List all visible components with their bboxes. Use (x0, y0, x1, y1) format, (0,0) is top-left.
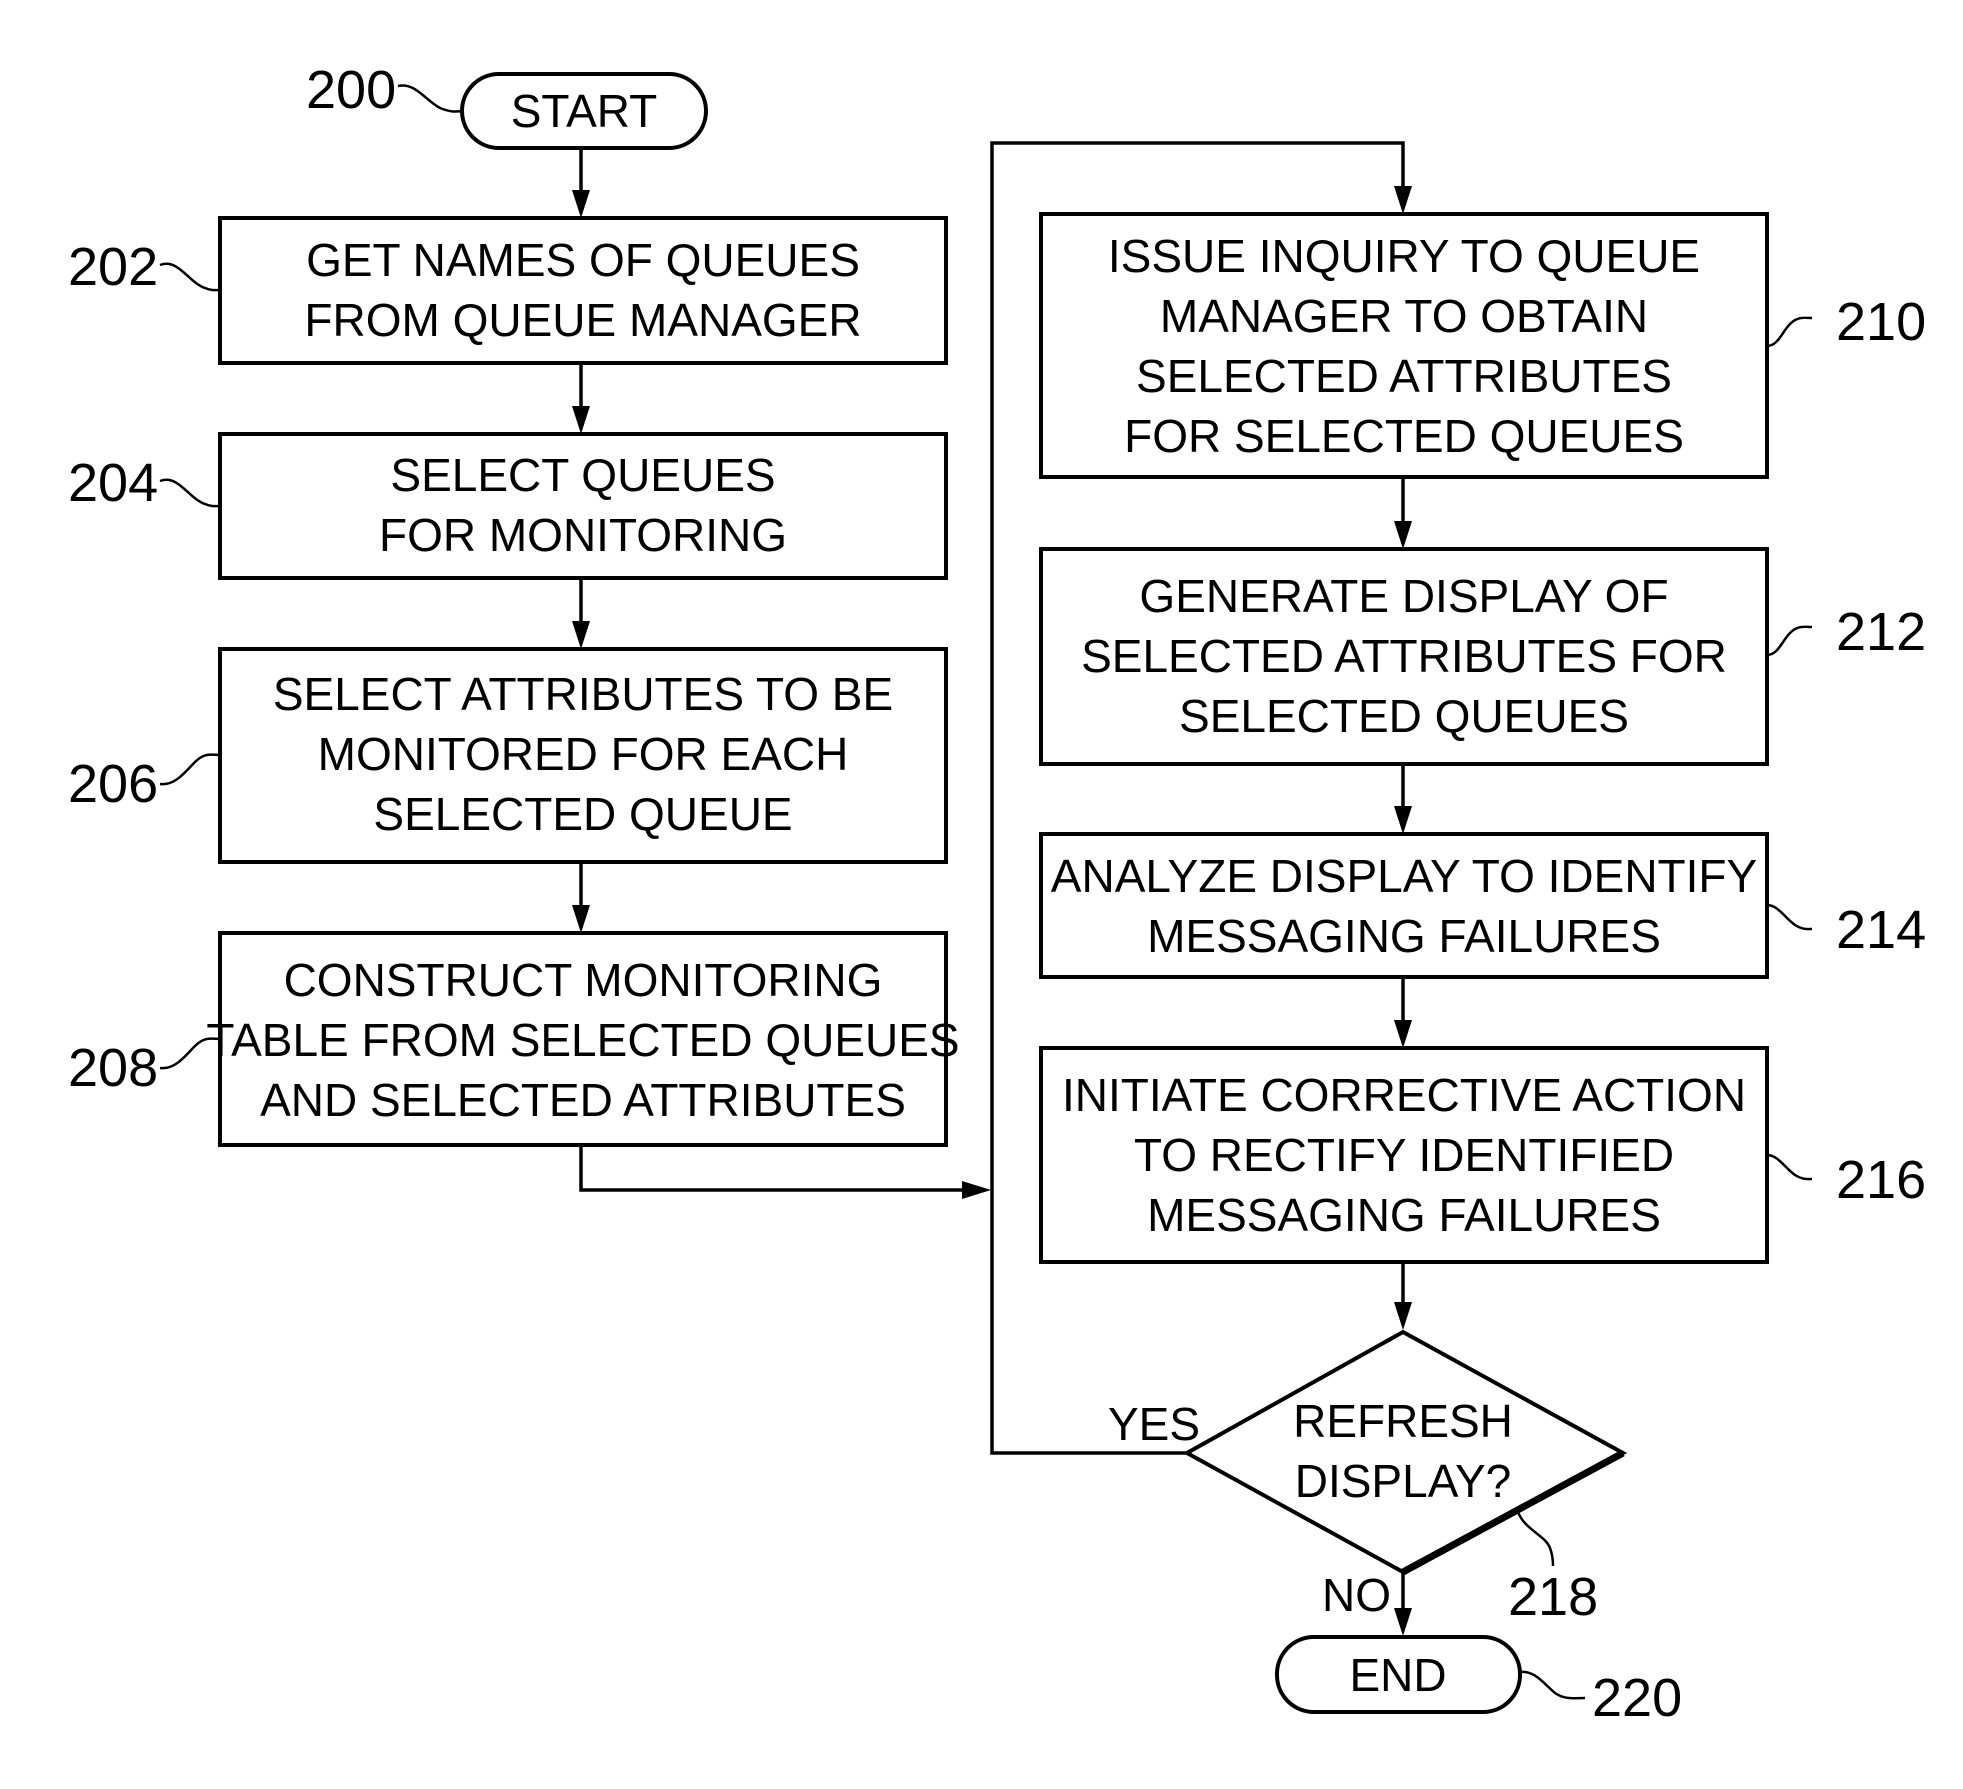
step-210-line-4: FOR SELECTED QUEUES (1124, 410, 1684, 462)
ref-210: 210 (1836, 292, 1926, 352)
step-212: GENERATE DISPLAY OF SELECTED ATTRIBUTES … (1039, 547, 1769, 766)
ref-leader-218 (1516, 1511, 1555, 1567)
step-206-line-2: MONITORED FOR EACH (318, 728, 849, 780)
ref-204: 204 (68, 453, 158, 513)
step-210-line-1: ISSUE INQUIRY TO QUEUE (1108, 230, 1700, 282)
arrow-204-to-206 (572, 578, 590, 649)
arrow-206-to-208 (572, 862, 590, 933)
ref-214: 214 (1836, 900, 1926, 960)
ref-leader-202 (159, 262, 221, 292)
step-204-line-1: SELECT QUEUES (390, 449, 775, 501)
start-terminal: START (460, 72, 708, 150)
step-216-line-1: INITIATE CORRECTIVE ACTION (1062, 1069, 1746, 1121)
step-204: SELECT QUEUES FOR MONITORING (218, 432, 948, 580)
step-206-line-3: SELECTED QUEUE (373, 788, 792, 840)
ref-206: 206 (68, 754, 158, 814)
step-216-line-3: MESSAGING FAILURES (1147, 1189, 1661, 1241)
ref-leader-206 (159, 753, 221, 786)
start-label: START (511, 85, 658, 137)
step-210: ISSUE INQUIRY TO QUEUE MANAGER TO OBTAIN… (1039, 212, 1769, 479)
ref-leader-204 (159, 478, 221, 508)
step-216-line-2: TO RECTIFY IDENTIFIED (1134, 1129, 1674, 1181)
step-208-line-3: AND SELECTED ATTRIBUTES (260, 1074, 906, 1126)
ref-220: 220 (1592, 1668, 1682, 1728)
step-212-line-2: SELECTED ATTRIBUTES FOR (1081, 630, 1727, 682)
step-212-line-1: GENERATE DISPLAY OF (1139, 570, 1668, 622)
decision-line-2: DISPLAY? (1295, 1455, 1511, 1507)
ref-leader-220 (1519, 1670, 1586, 1700)
step-214-line-2: MESSAGING FAILURES (1147, 910, 1661, 962)
ref-leader-210 (1766, 316, 1813, 348)
ref-200: 200 (306, 60, 396, 120)
step-216: INITIATE CORRECTIVE ACTION TO RECTIFY ID… (1039, 1046, 1769, 1264)
ref-218: 218 (1508, 1567, 1598, 1627)
step-210-line-2: MANAGER TO OBTAIN (1160, 290, 1648, 342)
ref-202: 202 (68, 237, 158, 297)
step-206-line-1: SELECT ATTRIBUTES TO BE (273, 668, 893, 720)
ref-leader-214 (1766, 903, 1813, 931)
step-208-line-2: TABLE FROM SELECTED QUEUES (206, 1014, 959, 1066)
ref-216: 216 (1836, 1150, 1926, 1210)
ref-leader-200 (397, 84, 463, 113)
yes-label: YES (1108, 1398, 1200, 1450)
decision-line-1: REFRESH (1293, 1395, 1513, 1447)
step-210-line-3: SELECTED ATTRIBUTES (1136, 350, 1672, 402)
arrow-208-to-loop (579, 1145, 991, 1199)
ref-208: 208 (68, 1038, 158, 1098)
ref-leader-212 (1766, 625, 1813, 657)
end-terminal: END (1275, 1635, 1522, 1714)
arrow-214-to-216 (1394, 977, 1412, 1048)
step-204-line-2: FOR MONITORING (379, 509, 787, 561)
ref-212: 212 (1836, 602, 1926, 662)
step-214: ANALYZE DISPLAY TO IDENTIFY MESSAGING FA… (1039, 832, 1769, 979)
step-214-line-1: ANALYZE DISPLAY TO IDENTIFY (1051, 850, 1757, 902)
flowchart: START 200 GET NAMES OF QUEUES FROM QUEUE… (68, 60, 1926, 1728)
step-202-line-1: GET NAMES OF QUEUES (306, 234, 860, 286)
arrow-212-to-214 (1394, 764, 1412, 834)
step-208: CONSTRUCT MONITORING TABLE FROM SELECTED… (206, 931, 960, 1147)
decision-218: REFRESH DISPLAY? (1182, 1329, 1628, 1576)
no-label: NO (1322, 1569, 1391, 1621)
arrow-218-to-end (1394, 1572, 1412, 1636)
arrow-210-to-212 (1394, 477, 1412, 549)
step-208-line-1: CONSTRUCT MONITORING (284, 954, 883, 1006)
arrow-202-to-204 (572, 363, 590, 434)
step-206: SELECT ATTRIBUTES TO BE MONITORED FOR EA… (218, 647, 948, 864)
ref-leader-216 (1766, 1153, 1813, 1181)
step-202: GET NAMES OF QUEUES FROM QUEUE MANAGER (218, 216, 948, 365)
end-label: END (1349, 1649, 1446, 1701)
step-202-line-2: FROM QUEUE MANAGER (304, 294, 861, 346)
arrow-start-to-202 (572, 148, 590, 218)
arrow-216-to-218 (1394, 1262, 1412, 1330)
step-212-line-3: SELECTED QUEUES (1179, 690, 1629, 742)
